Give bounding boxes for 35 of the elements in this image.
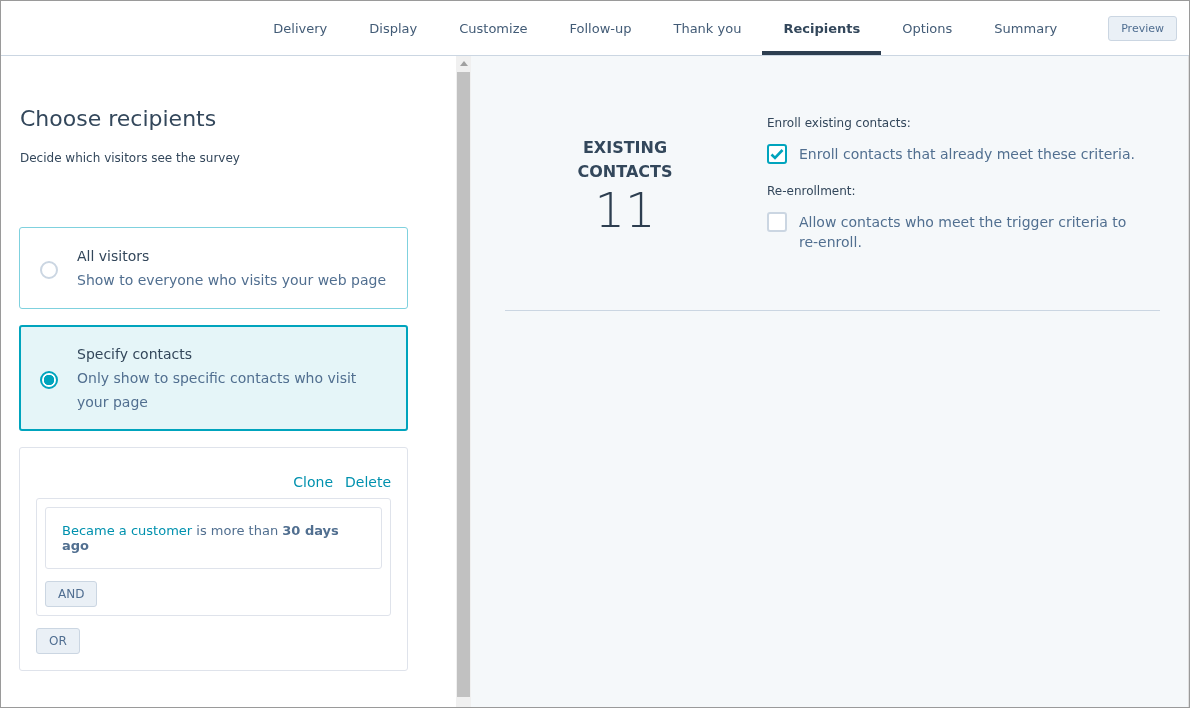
panel-subtitle: Decide which visitors see the survey (20, 151, 241, 165)
and-button[interactable]: AND (45, 581, 98, 607)
panel-title: Choose recipients (20, 106, 218, 131)
filter-action-link[interactable]: Clone (293, 474, 333, 490)
or-button[interactable]: OR (36, 628, 80, 654)
checkbox-label: Enroll contacts that already meet these criteria. (799, 145, 1135, 164)
contact-count: 11 (593, 184, 657, 236)
nav-tab[interactable]: Thank you (652, 1, 763, 55)
recipient-option-card[interactable]: All visitors Show to everyone who visits your web page (19, 227, 408, 309)
option-title: Specify contacts (77, 346, 194, 362)
nav-tab[interactable]: Follow-up (548, 1, 653, 55)
setting-heading: Enroll existing contacts: (767, 116, 912, 130)
option-description: Only show to specific contacts who visit your page (77, 369, 358, 412)
filter-action-link[interactable]: Delete (345, 474, 391, 490)
radio-button[interactable] (40, 261, 58, 279)
radio-button[interactable] (40, 371, 58, 389)
property-link[interactable]: Became a customer (62, 523, 193, 538)
option-title: All visitors (77, 248, 151, 264)
preview-button[interactable]: Preview (1108, 15, 1177, 41)
nav-tab[interactable]: Summary (973, 1, 1079, 55)
scrollbar-thumb[interactable] (457, 72, 470, 697)
setting-heading: Re-enrollment: (767, 184, 857, 198)
nav-tab[interactable]: Delivery (252, 1, 349, 55)
scroll-up-icon[interactable] (459, 61, 468, 66)
checkbox[interactable] (767, 144, 787, 164)
nav-tab[interactable]: Customize (438, 1, 549, 55)
filter-condition[interactable]: Became a customer is more than 30 days ago (45, 507, 382, 569)
scrollbar[interactable] (456, 56, 471, 707)
checkbox[interactable] (767, 212, 787, 232)
count-label: EXISTING CONTACTS (576, 137, 674, 183)
nav-tab[interactable]: Options (881, 1, 974, 55)
checkbox-label: Allow contacts who meet the trigger criteria to re-enroll. (799, 213, 1128, 252)
nav-tab[interactable]: Display (348, 1, 439, 55)
recipient-option-card[interactable]: Specify contacts Only show to specific contacts who visit your page (19, 325, 408, 431)
option-description: Show to everyone who visits your web page (77, 271, 386, 290)
